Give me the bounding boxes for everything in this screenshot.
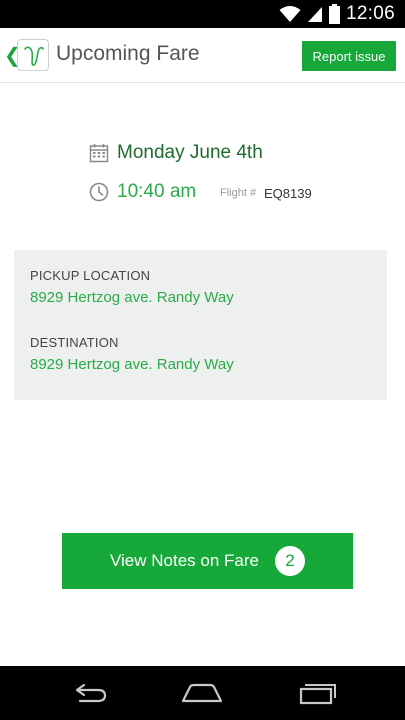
wifi-icon xyxy=(279,6,301,22)
recent-apps-icon[interactable] xyxy=(292,678,342,708)
battery-icon xyxy=(328,4,340,24)
flight-number: EQ8139 xyxy=(264,186,312,201)
app-logo-icon[interactable] xyxy=(17,39,49,71)
view-notes-label: View Notes on Fare xyxy=(110,551,259,570)
pickup-address: 8929 Hertzog ave. Randy Way xyxy=(30,289,234,306)
pickup-label: PICKUP LOCATION xyxy=(30,268,151,283)
status-icons: 12:06 xyxy=(279,2,395,26)
destination-address: 8929 Hertzog ave. Randy Way xyxy=(30,356,234,373)
flight-label: Flight # xyxy=(220,187,257,199)
fare-date-row: Monday June 4th xyxy=(89,142,263,164)
home-icon[interactable] xyxy=(177,678,227,708)
navigation-bar xyxy=(0,666,405,720)
notes-count-badge: 2 xyxy=(274,546,305,576)
fare-time: 10:40 am xyxy=(117,181,197,202)
location-card: PICKUP LOCATION 8929 Hertzog ave. Randy … xyxy=(14,250,387,400)
fare-time-row: 10:40 am xyxy=(89,181,196,203)
status-time: 12:06 xyxy=(345,3,395,24)
app-bar: ❮ Upcoming Fare Report issue xyxy=(0,28,405,83)
signal-icon xyxy=(307,7,322,22)
status-bar: 12:06 xyxy=(0,0,405,28)
report-issue-button[interactable]: Report issue xyxy=(302,41,396,71)
calendar-icon xyxy=(89,144,109,163)
fare-date: Monday June 4th xyxy=(117,142,263,163)
back-icon[interactable] xyxy=(65,678,115,708)
destination-label: DESTINATION xyxy=(30,335,119,350)
page-title: Upcoming Fare xyxy=(56,42,200,65)
clock-icon xyxy=(89,182,109,202)
view-notes-button[interactable]: View Notes on Fare 2 xyxy=(62,533,353,589)
